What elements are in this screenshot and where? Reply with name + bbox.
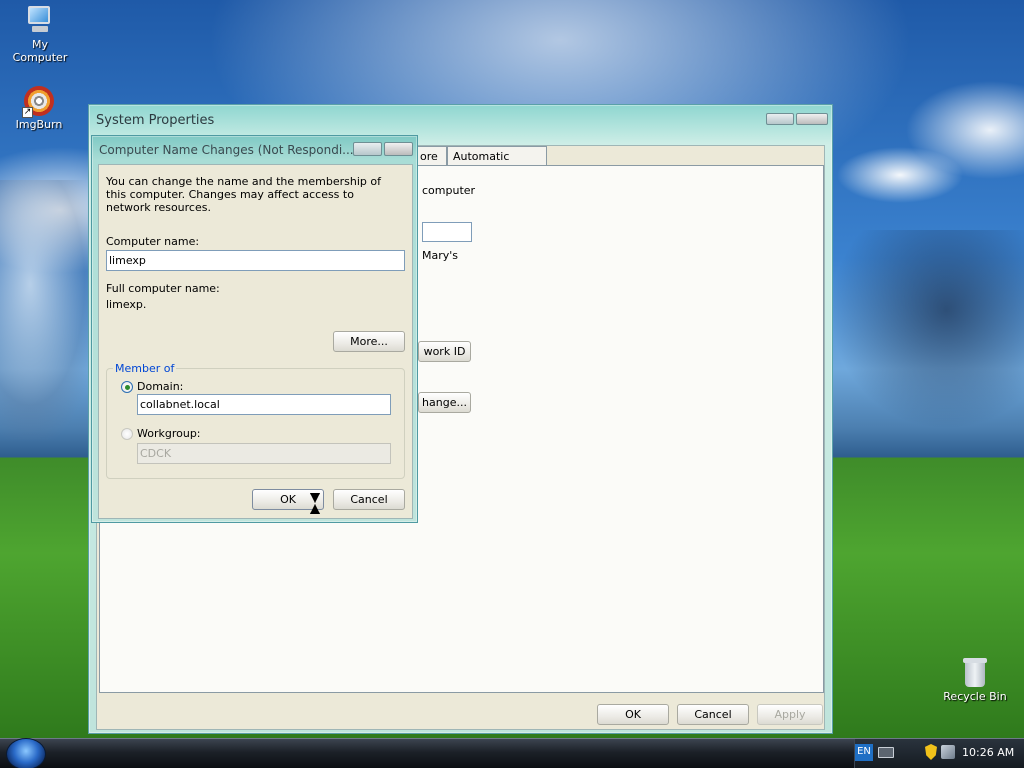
- domain-label: Domain:: [137, 380, 184, 393]
- member-of-label: Member of: [113, 362, 177, 375]
- ok-button[interactable]: OK: [597, 704, 669, 725]
- domain-radio[interactable]: [121, 381, 133, 393]
- recycle-bin-icon: [962, 658, 988, 688]
- hourglass-cursor-icon: [309, 493, 321, 515]
- apply-button[interactable]: Apply: [757, 704, 823, 725]
- dialog-description: You can change the name and the membersh…: [106, 175, 381, 214]
- window-title: System Properties: [96, 113, 215, 128]
- computer-name-input[interactable]: limexp: [106, 250, 405, 271]
- network-icon[interactable]: [941, 745, 955, 759]
- workgroup-radio[interactable]: [121, 428, 133, 440]
- change-button[interactable]: hange...: [418, 392, 471, 413]
- full-computer-name-label: Full computer name:: [106, 282, 220, 295]
- panel-text-computer: computer: [422, 184, 476, 197]
- help-button[interactable]: [766, 113, 794, 125]
- window-controls: [766, 113, 828, 125]
- disc-icon: ↗: [22, 86, 54, 118]
- desktop-icon-recycle-bin[interactable]: Recycle Bin: [938, 658, 1012, 703]
- computer-name-label: Computer name:: [106, 235, 200, 248]
- dialog-titlebar[interactable]: Computer Name Changes (Not Respondi...: [92, 136, 417, 160]
- desktop-icon-label: My Computer: [12, 38, 68, 64]
- network-id-button[interactable]: work ID: [418, 341, 471, 362]
- close-button[interactable]: [796, 113, 828, 125]
- tab-system-restore[interactable]: ore: [414, 146, 447, 166]
- start-button[interactable]: [6, 738, 46, 768]
- panel-text-marys: Mary's: [422, 249, 459, 262]
- window-titlebar[interactable]: System Properties: [89, 105, 832, 133]
- domain-input[interactable]: collabnet.local: [137, 394, 391, 415]
- tab-label: ore: [420, 150, 438, 163]
- keyboard-icon[interactable]: [878, 747, 894, 758]
- desktop-icon-my-computer[interactable]: My Computer: [3, 4, 77, 64]
- wallpaper-clouds-left: [0, 180, 100, 440]
- workgroup-label: Workgroup:: [137, 427, 201, 440]
- language-indicator[interactable]: EN: [855, 744, 873, 761]
- dialog-title: Computer Name Changes (Not Respondi...: [99, 143, 354, 157]
- tab-automatic-updates[interactable]: Automatic Updates: [447, 146, 547, 176]
- full-computer-name-value: limexp.: [106, 298, 147, 311]
- workgroup-input[interactable]: CDCK: [137, 443, 391, 464]
- cancel-button[interactable]: Cancel: [677, 704, 749, 725]
- close-button[interactable]: [384, 142, 413, 156]
- help-button[interactable]: [353, 142, 382, 156]
- computer-name-changes-dialog: Computer Name Changes (Not Respondi... Y…: [91, 135, 418, 523]
- taskbar-clock[interactable]: 10:26 AM: [962, 746, 1014, 759]
- computer-description-field[interactable]: [422, 222, 472, 242]
- desktop-icon-imgburn[interactable]: ↗ ImgBurn: [2, 86, 76, 131]
- more-button[interactable]: More...: [333, 331, 405, 352]
- cancel-button[interactable]: Cancel: [333, 489, 405, 510]
- desktop-icon-label: Recycle Bin: [943, 690, 1007, 703]
- dialog-controls: [353, 142, 413, 156]
- dialog-client: You can change the name and the membersh…: [98, 164, 413, 519]
- wallpaper-clouds-right: [830, 230, 1024, 430]
- desktop-icon-label: ImgBurn: [15, 118, 63, 131]
- shortcut-arrow-icon: ↗: [22, 107, 33, 118]
- computer-icon: [24, 4, 56, 36]
